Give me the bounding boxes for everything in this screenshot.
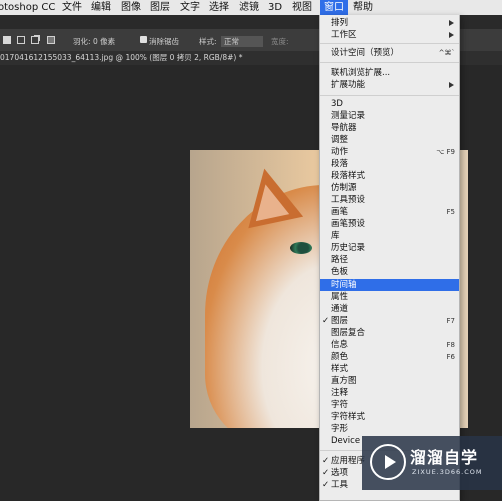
menu-file[interactable]: 文件	[62, 0, 82, 15]
antialias-label: 消除锯齿	[149, 37, 179, 46]
menu-separator	[320, 62, 459, 63]
style-label: 样式:	[199, 37, 217, 46]
menu-select[interactable]: 选择	[209, 0, 229, 15]
menu-item-brush[interactable]: 画笔 F5	[320, 206, 459, 218]
menu-app-name[interactable]: otoshop CC	[0, 0, 55, 15]
checkmark-icon: ✓	[322, 480, 330, 490]
menu-item-paths[interactable]: 路径	[320, 254, 459, 266]
menu-item-history[interactable]: 历史记录	[320, 242, 459, 254]
checkmark-icon: ✓	[322, 456, 330, 466]
tool-preset-icon[interactable]	[3, 36, 11, 44]
window-menu-dropdown: 排列 工作区 设计空间（预览） ^⌘` 联机浏览扩展... 扩展功能 3D 测量记…	[319, 15, 460, 501]
intersect-selection-icon[interactable]	[47, 36, 55, 44]
watermark-title: 溜溜自学	[410, 448, 479, 467]
menu-item-navigator[interactable]: 导航器	[320, 122, 459, 134]
play-logo-icon	[370, 444, 406, 480]
watermark-subtitle: ZIXUE.3D66.COM	[412, 468, 483, 476]
menu-item-channels[interactable]: 通道	[320, 303, 459, 315]
menu-edit[interactable]: 编辑	[91, 0, 111, 15]
cat-ear-inner	[248, 180, 290, 222]
menu-item-actions[interactable]: 动作 ⌥ F9	[320, 146, 459, 158]
menu-window[interactable]: 窗口	[320, 0, 348, 15]
menu-item-layers[interactable]: ✓ 图层 F7	[320, 315, 459, 327]
menu-item-color[interactable]: 颜色 F6	[320, 351, 459, 363]
menu-item-arrange[interactable]: 排列	[320, 17, 459, 29]
feather-label: 羽化:	[73, 37, 91, 46]
menu-item-paragraph[interactable]: 段落	[320, 158, 459, 170]
antialias-checkbox[interactable]	[140, 36, 147, 43]
menu-item-paragraph-styles[interactable]: 段落样式	[320, 170, 459, 182]
menu-item-adjustments[interactable]: 调整	[320, 134, 459, 146]
menu-item-histogram[interactable]: 直方图	[320, 375, 459, 387]
width-label: 宽度:	[271, 37, 289, 46]
menu-help[interactable]: 帮助	[353, 0, 373, 15]
watermark: 溜溜自学 ZIXUE.3D66.COM	[362, 436, 502, 490]
menu-item-swatches[interactable]: 色板	[320, 266, 459, 278]
menu-separator	[320, 95, 459, 96]
menu-item-workspace[interactable]: 工作区	[320, 29, 459, 41]
menu-view[interactable]: 视图	[292, 0, 312, 15]
menu-item-tool-presets[interactable]: 工具预设	[320, 194, 459, 206]
menu-item-layer-comps[interactable]: 图层复合	[320, 327, 459, 339]
menu-item-styles[interactable]: 样式	[320, 363, 459, 375]
menu-item-properties[interactable]: 属性	[320, 291, 459, 303]
checkmark-icon: ✓	[322, 316, 330, 326]
menu-layer[interactable]: 图层	[150, 0, 170, 15]
checkmark-icon: ✓	[322, 468, 330, 478]
menu-type[interactable]: 文字	[180, 0, 200, 15]
menu-item-brush-presets[interactable]: 画笔预设	[320, 218, 459, 230]
menu-image[interactable]: 图像	[121, 0, 141, 15]
menu-filter[interactable]: 滤镜	[239, 0, 259, 15]
menu-item-measurement-log[interactable]: 测量记录	[320, 110, 459, 122]
menu-item-character-styles[interactable]: 字符样式	[320, 411, 459, 423]
menu-item-extensions[interactable]: 扩展功能	[320, 79, 459, 91]
menu-item-character[interactable]: 字符	[320, 399, 459, 411]
menu-item-clone-source[interactable]: 仿制源	[320, 182, 459, 194]
menu-item-3d[interactable]: 3D	[320, 98, 459, 110]
menu-3d[interactable]: 3D	[268, 0, 282, 15]
document-tab[interactable]: 0170416121550​33_64113.jpg @ 100% (图层 0 …	[0, 51, 242, 65]
cat-eye	[290, 242, 312, 254]
menu-item-notes[interactable]: 注释	[320, 387, 459, 399]
style-select[interactable]: 正常	[221, 36, 263, 47]
app-menubar: otoshop CC 文件 编辑 图像 图层 文字 选择 滤镜 3D 视图 窗口…	[0, 0, 502, 16]
add-selection-icon[interactable]	[31, 36, 39, 44]
menu-item-glyphs[interactable]: 字形	[320, 423, 459, 435]
menu-item-design-space[interactable]: 设计空间（预览） ^⌘`	[320, 47, 459, 59]
menu-item-browse-extensions[interactable]: 联机浏览扩展...	[320, 67, 459, 79]
submenu-arrow-icon	[449, 82, 454, 88]
menu-separator	[320, 43, 459, 44]
menu-item-libraries[interactable]: 库	[320, 230, 459, 242]
menu-item-info[interactable]: 信息 F8	[320, 339, 459, 351]
feather-input[interactable]: 0 像素	[93, 36, 115, 47]
submenu-arrow-icon	[449, 32, 454, 38]
new-selection-icon[interactable]	[17, 36, 25, 44]
submenu-arrow-icon	[449, 20, 454, 26]
menu-item-timeline[interactable]: 时间轴	[320, 279, 459, 291]
